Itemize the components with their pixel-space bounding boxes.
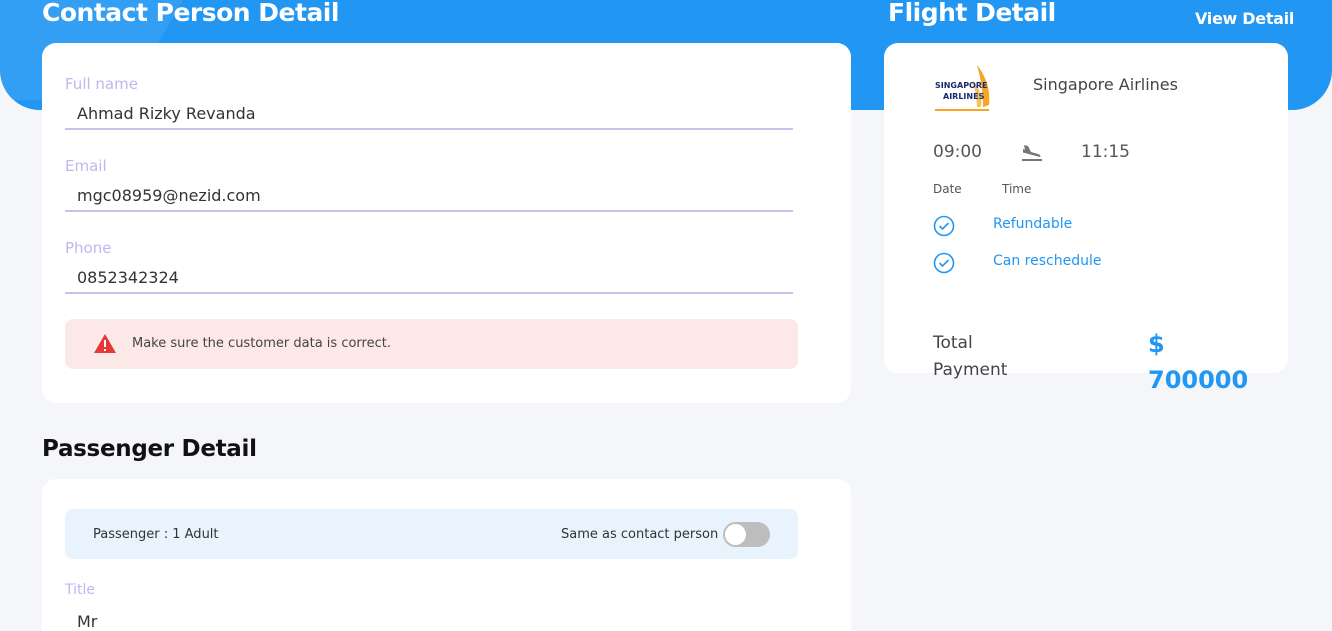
arrival-time: 11:15 [1081, 142, 1130, 162]
total-payment-amount: $ 700000 [1148, 330, 1249, 394]
full-name-field[interactable]: Ahmad Rizky Revanda [65, 102, 793, 130]
title-label: Title [65, 582, 96, 598]
check-circle-icon [933, 215, 955, 237]
total-payment-label: Total Payment [933, 333, 1008, 380]
toggle-knob [725, 524, 746, 545]
title-field[interactable]: Mr [65, 610, 793, 631]
refundable-text: Refundable [993, 216, 1073, 232]
warning-alert: Make sure the customer data is correct. [65, 319, 798, 369]
reschedule-text: Can reschedule [993, 253, 1102, 269]
warning-icon [94, 334, 116, 353]
full-name-label: Full name [65, 75, 138, 93]
email-label: Email [65, 157, 107, 175]
phone-label: Phone [65, 239, 112, 257]
passenger-count: Passenger : 1 Adult [93, 527, 219, 542]
airline-logo: SINGAPORE AIRLINES [935, 65, 990, 111]
svg-text:AIRLINES: AIRLINES [943, 92, 985, 101]
date-label: Date [933, 182, 962, 196]
contact-section-title: Contact Person Detail [42, 0, 339, 27]
passenger-section-title: Passenger Detail [42, 436, 257, 462]
airplane-landing-icon [1022, 145, 1042, 161]
view-detail-link[interactable]: View Detail [1195, 9, 1294, 28]
departure-time: 09:00 [933, 142, 982, 162]
email-field[interactable]: mgc08959@nezid.com [65, 184, 793, 212]
airline-name: Singapore Airlines [1033, 75, 1178, 94]
contact-card: Full name Ahmad Rizky Revanda Email mgc0… [42, 43, 851, 403]
same-as-contact-toggle[interactable] [723, 522, 770, 547]
flight-card: SINGAPORE AIRLINES Singapore Airlines 09… [884, 43, 1288, 394]
svg-text:SINGAPORE: SINGAPORE [935, 81, 987, 90]
flight-section-title: Flight Detail [888, 0, 1056, 27]
passenger-bar: Passenger : 1 Adult Same as contact pers… [65, 509, 798, 559]
passenger-card: Passenger : 1 Adult Same as contact pers… [42, 479, 851, 631]
time-label: Time [1002, 182, 1032, 196]
warning-text: Make sure the customer data is correct. [132, 336, 391, 351]
check-circle-icon [933, 252, 955, 274]
same-as-contact-label: Same as contact person [561, 527, 719, 542]
phone-field[interactable]: 0852342324 [65, 266, 793, 294]
